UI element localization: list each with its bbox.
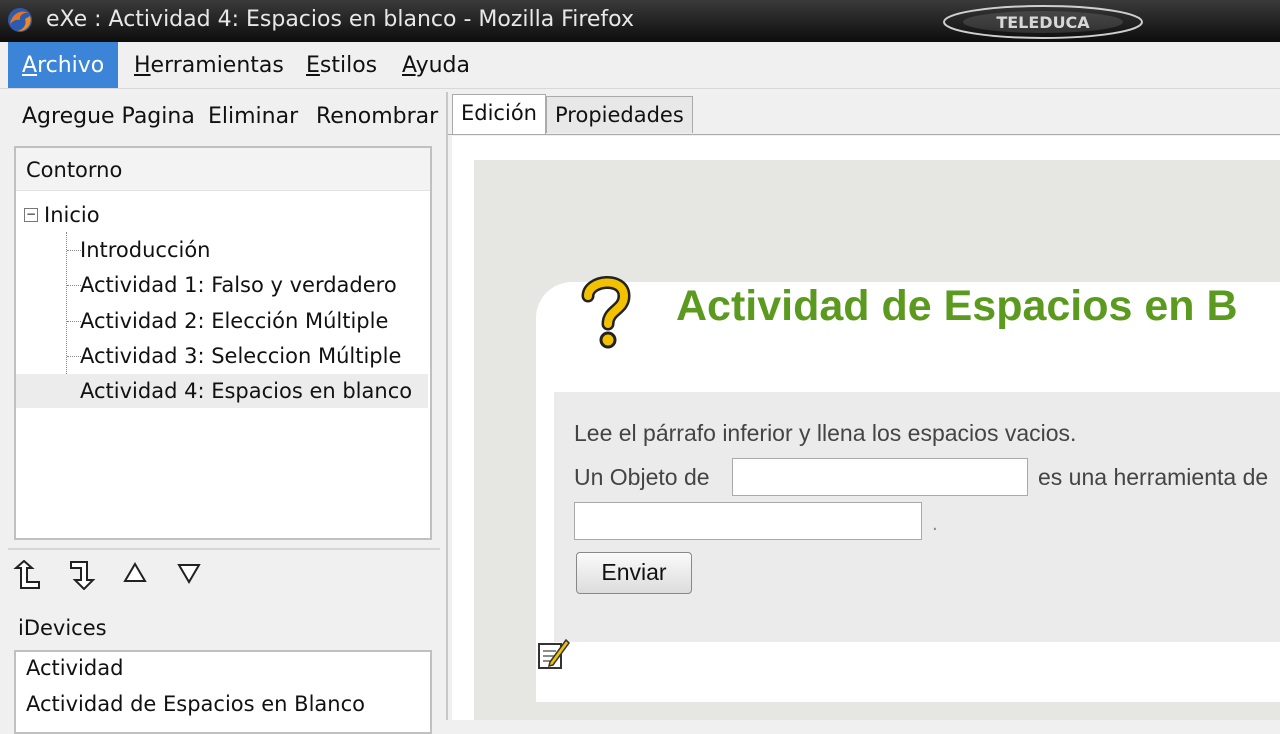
idevice-title: Actividad de Espacios en B (676, 282, 1238, 330)
tree-node[interactable]: Introducción (80, 233, 210, 267)
menu-archivo[interactable]: Archivo (8, 42, 119, 88)
rename-button[interactable]: Renombrar (316, 104, 438, 129)
page-canvas: Actividad de Espacios en B Lee el párraf… (474, 160, 1280, 720)
tab-divider (448, 134, 1280, 135)
menu-archivo-label: Archivo (22, 53, 105, 78)
tree-connector (67, 356, 81, 357)
tree-connector (66, 232, 67, 392)
tree-node[interactable]: Actividad 3: Seleccion Múltiple (80, 339, 401, 373)
menu-ayuda[interactable]: Ayuda (388, 42, 484, 88)
sentence-end-dot: . (932, 514, 938, 535)
menu-ayuda-label: Ayuda (402, 53, 470, 78)
tree-node[interactable]: Actividad 1: Falso y verdadero (80, 268, 397, 302)
window-title-bar: eXe : Actividad 4: Espacios en blanco - … (0, 0, 1280, 42)
outline-header: Contorno (16, 148, 430, 191)
instructions-text: Lee el párrafo inferior y llena los espa… (574, 420, 1077, 446)
question-icon (581, 276, 631, 349)
pane-divider[interactable] (8, 548, 440, 550)
teleduca-logo: TELEDUCA (943, 5, 1143, 39)
window-title: eXe : Actividad 4: Espacios en blanco - … (46, 7, 634, 32)
watermark-text: TELEDUCA (996, 13, 1090, 32)
idevice-item[interactable]: Actividad (26, 656, 123, 680)
blank-input-1[interactable] (732, 458, 1028, 496)
idevice-item[interactable]: Actividad de Espacios en Blanco (26, 692, 365, 716)
tree-node-selected[interactable]: Actividad 4: Espacios en blanco (16, 374, 428, 408)
add-page-button[interactable]: Agregue Pagina (22, 104, 195, 129)
menu-herramientas[interactable]: Herramientas (120, 42, 298, 88)
move-down-icon[interactable] (174, 560, 204, 594)
collapse-icon[interactable]: − (24, 208, 38, 222)
sentence-text: Un Objeto de (574, 464, 710, 490)
blank-input-2[interactable] (574, 502, 922, 540)
edit-icon[interactable] (536, 636, 570, 670)
tree-node-inicio[interactable]: Inicio (44, 198, 100, 232)
editor-area: Actividad de Espacios en B Lee el párraf… (452, 136, 1280, 720)
left-pane: Agregue Pagina Eliminar Renombrar Contor… (8, 92, 440, 734)
menu-estilos[interactable]: Estilos (292, 42, 391, 88)
outline-tree: Contorno − Inicio Introducción Actividad… (14, 146, 432, 540)
tree-node-label: Actividad 4: Espacios en blanco (80, 379, 413, 403)
tab-edicion[interactable]: Edición (452, 94, 546, 135)
tab-propiedades[interactable]: Propiedades (546, 96, 693, 133)
idevices-list: Actividad Actividad de Espacios en Blanc… (14, 650, 432, 734)
sentence-text-continued: es una herramienta de (1038, 464, 1269, 490)
tab-edicion-label: Edición (461, 101, 537, 125)
tree-connector (67, 285, 81, 286)
tab-propiedades-label: Propiedades (555, 103, 684, 127)
right-pane: Edición Propiedades Actividad de Espacio… (446, 92, 1280, 720)
tree-connector (67, 250, 81, 251)
move-up-icon[interactable] (120, 560, 150, 594)
tree-connector (67, 321, 81, 322)
delete-button[interactable]: Eliminar (208, 104, 298, 129)
menu-herramientas-label: Herramientas (134, 53, 284, 78)
menu-estilos-label: Estilos (306, 53, 378, 78)
promote-icon[interactable] (12, 559, 42, 594)
firefox-icon (8, 8, 32, 32)
submit-button[interactable]: Enviar (576, 552, 692, 594)
demote-icon[interactable] (68, 560, 98, 594)
menu-bar: Archivo Herramientas Estilos Ayuda (0, 42, 1280, 89)
idevice-card: Actividad de Espacios en B Lee el párraf… (536, 276, 1280, 702)
idevices-label: iDevices (18, 616, 107, 640)
question-panel: Lee el párrafo inferior y llena los espa… (554, 392, 1280, 642)
tree-node[interactable]: Actividad 2: Elección Múltiple (80, 304, 388, 338)
